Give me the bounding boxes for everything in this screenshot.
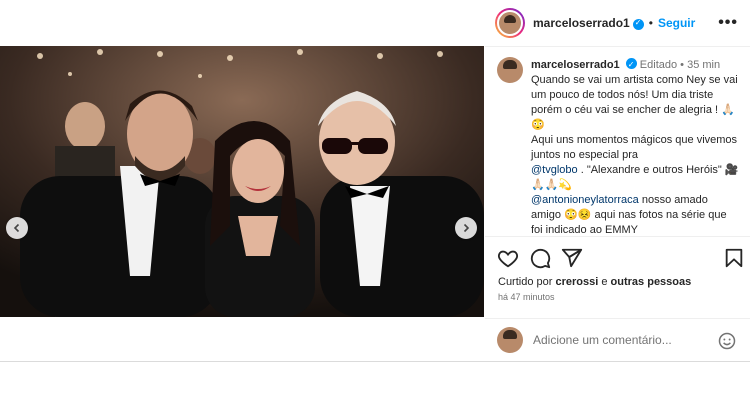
comment-icon: [530, 248, 551, 269]
avatar: [497, 327, 523, 353]
post-photo[interactable]: [0, 46, 484, 317]
caption-text-4: @antonioneylatorraca nosso amado amigo 😳…: [531, 193, 740, 233]
chevron-right-icon: [463, 223, 470, 233]
caption-text-3: @tvglobo . "Alexandre e outros Heróis" 🎥…: [531, 163, 740, 193]
avatar[interactable]: [497, 57, 523, 83]
emoji-icon: [718, 332, 736, 350]
likes-prefix: Curtido por: [498, 276, 553, 288]
post-timestamp[interactable]: há 47 minutos: [498, 292, 555, 302]
bookmark-icon: [725, 248, 743, 268]
avatar: [497, 10, 523, 36]
comment-input[interactable]: Adicione um comentário...: [533, 333, 672, 347]
add-comment-bar[interactable]: Adicione um comentário...: [485, 320, 750, 360]
separator: •: [648, 16, 653, 30]
separator: •: [680, 59, 685, 71]
post-header: marceloserrado1 • Seguir •••: [485, 0, 750, 46]
caption-body: marceloserrado1 Editado • 35 min Quando …: [531, 57, 740, 233]
emoji-button[interactable]: [718, 332, 736, 355]
previous-slide-button[interactable]: [6, 217, 28, 239]
follow-button[interactable]: Seguir: [658, 16, 695, 30]
chevron-left-icon: [13, 223, 20, 233]
likes-others-link[interactable]: outras pessoas: [611, 276, 692, 288]
caption-text-2: Aqui uns momentos mágicos que vivemos ju…: [531, 134, 738, 161]
more-options-icon[interactable]: •••: [718, 14, 738, 32]
save-button[interactable]: [723, 247, 745, 274]
username-link[interactable]: marceloserrado1: [531, 59, 620, 71]
caption-text-1: Quando se vai um artista como Ney se vai…: [531, 74, 738, 131]
send-icon: [561, 248, 583, 268]
mention-link[interactable]: @tvglobo: [531, 164, 578, 176]
like-button[interactable]: [497, 247, 519, 274]
comment-button[interactable]: [529, 247, 551, 274]
username-link[interactable]: marceloserrado1: [533, 16, 630, 30]
edited-label: Editado: [639, 59, 678, 71]
post: marceloserrado1 • Seguir ••• marceloserr…: [0, 0, 750, 362]
verified-badge-icon: [625, 57, 637, 72]
caption: marceloserrado1 Editado • 35 min Quando …: [485, 47, 750, 233]
photo-image: [0, 46, 484, 317]
verified-badge-icon: [632, 18, 644, 30]
caption-meta: marceloserrado1 Editado • 35 min: [531, 57, 740, 73]
story-ring[interactable]: [495, 8, 525, 38]
share-button[interactable]: [561, 247, 583, 274]
action-bar: [485, 247, 750, 271]
divider: [485, 236, 750, 237]
next-slide-button[interactable]: [455, 217, 477, 239]
likes-conj: e: [601, 276, 608, 288]
timestamp: 35 min: [687, 59, 721, 71]
liked-by-user-link[interactable]: crerossi: [555, 276, 598, 288]
likes-summary: Curtido por crerossi e outras pessoas: [498, 276, 691, 288]
divider: [485, 318, 750, 319]
heart-icon: [497, 250, 519, 268]
mention-link[interactable]: @antonioneylatorraca: [531, 194, 639, 206]
